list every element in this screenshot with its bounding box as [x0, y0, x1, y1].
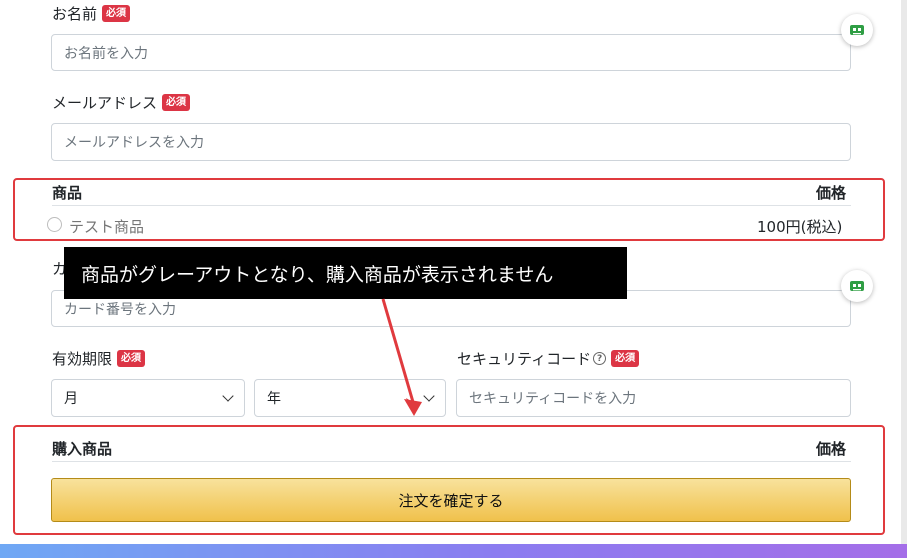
floating-helper-button[interactable]: [841, 270, 873, 302]
page-footer-bar: [0, 544, 907, 558]
robot-face-icon: [850, 281, 864, 291]
robot-face-icon: [850, 25, 864, 35]
scrollbar-track[interactable]: [901, 0, 907, 544]
floating-helper-button[interactable]: [841, 14, 873, 46]
annotation-arrow: [381, 298, 422, 416]
